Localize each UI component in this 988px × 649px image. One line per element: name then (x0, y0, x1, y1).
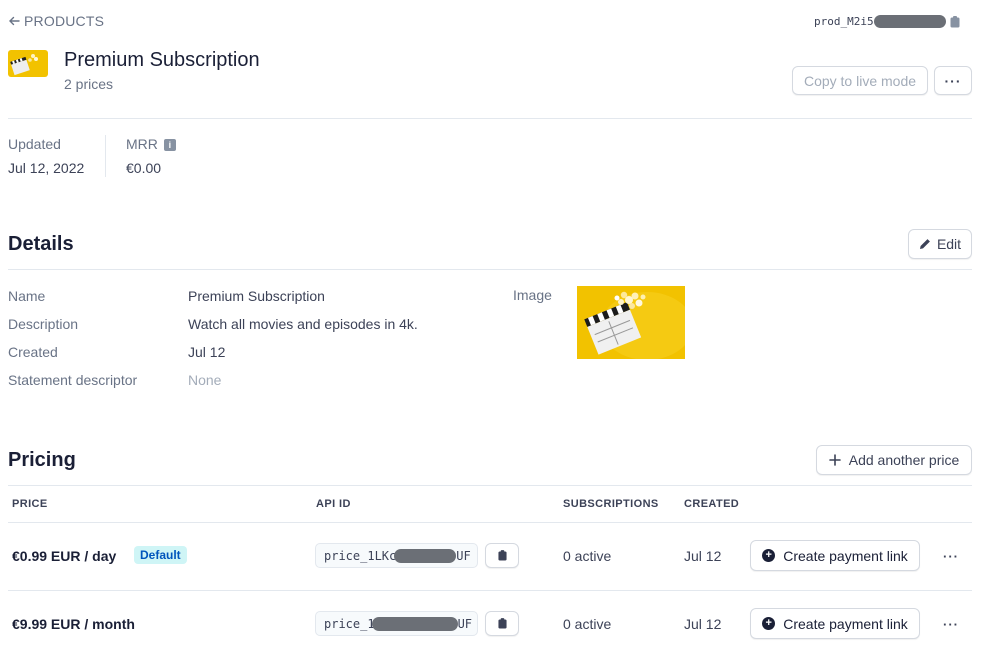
api-id-prefix: price_1LKc (324, 548, 397, 563)
clipboard-icon (497, 618, 507, 629)
column-header-subscriptions: SUBSCRIPTIONS (563, 498, 659, 510)
row-more-icon[interactable]: ··· (943, 549, 959, 564)
plus-icon (828, 454, 841, 466)
back-label: PRODUCTS (24, 13, 105, 29)
info-icon[interactable]: i (163, 139, 176, 152)
create-payment-link-button[interactable]: + Create payment link (750, 540, 920, 571)
divider (8, 485, 972, 486)
detail-value-statement-descriptor: None (188, 372, 222, 388)
pricing-heading: Pricing (8, 449, 76, 471)
create-payment-link-button[interactable]: + Create payment link (750, 608, 920, 639)
detail-label-name: Name (8, 288, 46, 304)
pencil-icon (919, 239, 930, 249)
column-header-price: PRICE (12, 498, 48, 510)
detail-label-statement-descriptor: Statement descriptor (8, 372, 138, 388)
product-id-text: prod_M2i5 (814, 15, 874, 28)
product-id: prod_M2i5 (814, 15, 960, 28)
detail-value-description: Watch all movies and episodes in 4k. (188, 316, 418, 332)
detail-value-name: Premium Subscription (188, 288, 325, 304)
add-price-label: Add another price (848, 452, 960, 468)
detail-value-created: Jul 12 (188, 344, 226, 360)
page-title: Premium Subscription (64, 49, 260, 71)
arrow-left-icon (9, 16, 20, 26)
product-image (577, 286, 685, 359)
divider (8, 590, 972, 591)
create-payment-link-label: Create payment link (783, 615, 908, 632)
mrr-label: MRR i (126, 136, 176, 152)
detail-label-image: Image (513, 287, 552, 303)
subscriptions-count: 0 active (563, 616, 612, 632)
add-another-price-button[interactable]: Add another price (816, 445, 972, 475)
api-id-prefix: price_1 (324, 616, 375, 631)
updated-value: Jul 12, 2022 (8, 160, 85, 176)
default-badge: Default (134, 546, 187, 564)
clipboard-icon[interactable] (950, 15, 960, 28)
redaction (873, 15, 946, 28)
api-id-field: price_1 UF (315, 611, 478, 636)
api-id-suffix: UF (457, 616, 473, 631)
api-id-suffix: UF (456, 548, 471, 563)
product-thumbnail (8, 50, 48, 77)
updated-label: Updated (8, 136, 61, 152)
redaction (371, 616, 458, 631)
copy-to-live-mode-button[interactable]: Copy to live mode (792, 66, 928, 95)
edit-button[interactable]: Edit (908, 229, 972, 259)
row-more-icon[interactable]: ··· (943, 617, 959, 632)
plus-circle-icon: + (762, 549, 776, 562)
more-actions-button[interactable]: ··· (934, 66, 972, 95)
copy-api-id-button[interactable] (485, 543, 519, 568)
divider (8, 269, 972, 270)
mrr-label-text: MRR (126, 136, 158, 152)
create-payment-link-label: Create payment link (783, 547, 908, 564)
copy-api-id-button[interactable] (485, 611, 519, 636)
price-count: 2 prices (64, 76, 114, 92)
plus-circle-icon: + (762, 617, 776, 630)
redaction (394, 548, 457, 563)
created-date: Jul 12 (684, 616, 722, 632)
edit-label: Edit (936, 236, 962, 252)
more-icon: ··· (944, 72, 962, 89)
clipboard-icon (497, 550, 507, 561)
stats-separator (105, 135, 106, 177)
detail-label-description: Description (8, 316, 79, 332)
price-amount[interactable]: €9.99 EUR / month (12, 616, 135, 632)
back-to-products-link[interactable]: PRODUCTS (8, 13, 104, 29)
subscriptions-count: 0 active (563, 548, 612, 564)
column-header-created: CREATED (684, 498, 740, 510)
detail-label-created: Created (8, 344, 58, 360)
divider (8, 522, 972, 523)
details-heading: Details (8, 233, 74, 255)
mrr-value: €0.00 (126, 160, 162, 176)
created-date: Jul 12 (684, 548, 722, 564)
price-amount[interactable]: €0.99 EUR / day (12, 548, 116, 564)
column-header-api-id: API ID (316, 498, 351, 510)
divider (8, 118, 972, 119)
api-id-field: price_1LKc UF (315, 543, 478, 568)
